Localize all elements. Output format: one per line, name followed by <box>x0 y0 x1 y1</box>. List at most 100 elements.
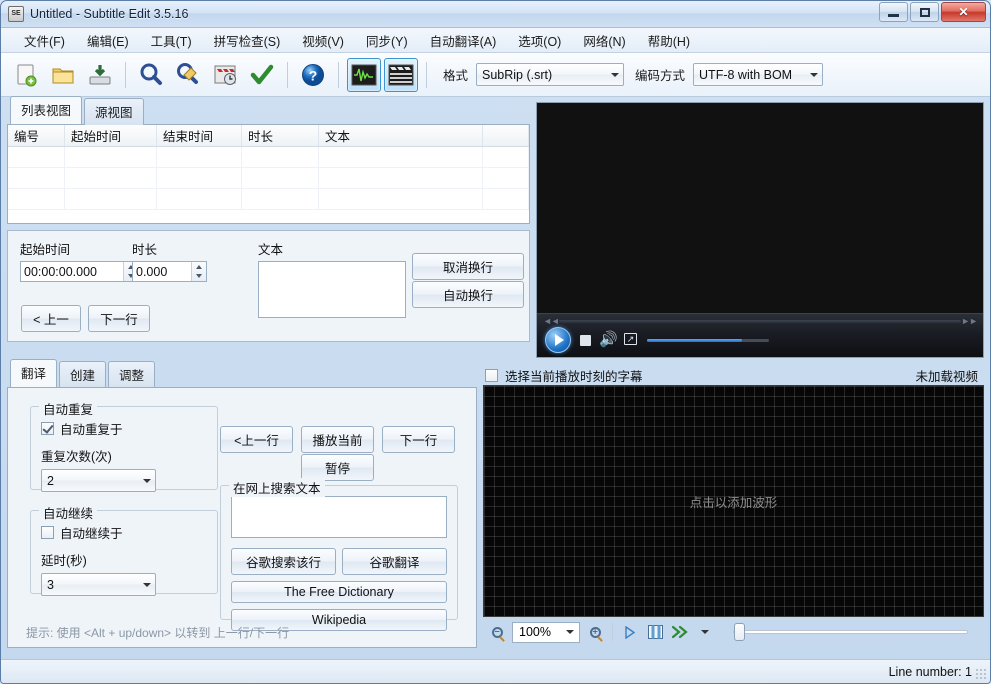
menu-auto-translate[interactable]: 自动翻译(A) <box>419 27 508 54</box>
find-button[interactable] <box>134 58 168 92</box>
table-row[interactable] <box>8 147 529 168</box>
column-number[interactable]: 编号 <box>8 125 65 146</box>
start-time-input[interactable] <box>21 262 123 281</box>
spin-down-icon-2[interactable] <box>192 272 206 282</box>
tab-adjust[interactable]: 调整 <box>108 361 155 388</box>
sync-time-icon <box>212 62 238 88</box>
google-translate-button[interactable]: 谷歌翻译 <box>342 548 447 575</box>
waveform-play-button[interactable] <box>620 622 640 642</box>
spell-check-button[interactable] <box>245 58 279 92</box>
menu-spellcheck[interactable]: 拼写检查(S) <box>203 27 292 54</box>
previous-line-button[interactable]: < 上一 <box>21 305 81 332</box>
zoom-level-combo[interactable]: 100% <box>512 622 580 643</box>
minimize-button[interactable] <box>879 2 908 22</box>
menu-options[interactable]: 选项(O) <box>507 27 572 54</box>
menu-help[interactable]: 帮助(H) <box>637 27 701 54</box>
tab-translate[interactable]: 翻译 <box>10 359 57 387</box>
volume-slider[interactable] <box>647 339 769 342</box>
video-player[interactable]: ◄◄ ►► 🔊 ↗ <box>536 102 984 358</box>
delay-combo[interactable]: 3 <box>41 573 156 596</box>
playback-speed-dropdown[interactable] <box>699 622 710 642</box>
encoding-label: 编码方式 <box>635 65 685 84</box>
translate-next-line-button[interactable]: 下一行 <box>382 426 455 453</box>
seek-forward-icon[interactable]: ►► <box>961 316 977 326</box>
toggle-waveform-button[interactable] <box>347 58 381 92</box>
tab-create[interactable]: 创建 <box>59 361 106 388</box>
auto-repeat-checkbox-row[interactable]: 自动重复于 <box>41 419 207 438</box>
column-end-time[interactable]: 结束时间 <box>157 125 242 146</box>
help-button[interactable]: ? <box>296 58 330 92</box>
waveform-slider-knob[interactable] <box>734 623 745 641</box>
auto-continue-checkbox[interactable] <box>41 526 54 539</box>
play-current-button[interactable]: 播放当前 <box>301 426 374 453</box>
auto-repeat-checkbox[interactable] <box>41 422 54 435</box>
new-file-button[interactable] <box>9 58 43 92</box>
select-current-subtitle-checkbox[interactable] <box>485 369 498 382</box>
menu-edit[interactable]: 编辑(E) <box>76 27 140 54</box>
table-row[interactable] <box>8 189 529 210</box>
format-label: 格式 <box>443 65 468 84</box>
duration-spinner[interactable] <box>132 261 207 282</box>
open-folder-button[interactable] <box>46 58 80 92</box>
top-row: 列表视图 源视图 编号 起始时间 结束时间 时长 文本 <box>7 102 984 358</box>
duration-input[interactable] <box>133 262 191 281</box>
next-line-button[interactable]: 下一行 <box>88 305 150 332</box>
duration-spin-arrows[interactable] <box>191 262 206 281</box>
subtitle-list[interactable]: 编号 起始时间 结束时间 时长 文本 <box>7 124 530 224</box>
waveform-header: 选择当前播放时刻的字幕 未加载视频 <box>483 365 984 385</box>
auto-continue-checkbox-row[interactable]: 自动继续于 <box>41 523 207 542</box>
menu-video[interactable]: 视频(V) <box>291 27 355 54</box>
google-search-button[interactable]: 谷歌搜索该行 <box>231 548 336 575</box>
maximize-button[interactable] <box>910 2 939 22</box>
encoding-combo[interactable]: UTF-8 with BOM <box>693 63 823 86</box>
auto-continue-group: 自动继续 自动继续于 延时(秒) 3 <box>30 510 218 594</box>
fullscreen-icon[interactable]: ↗ <box>624 333 637 345</box>
zoom-out-button[interactable]: − <box>487 622 507 642</box>
web-search-input[interactable] <box>231 496 447 538</box>
play-button[interactable] <box>545 327 571 353</box>
menu-file[interactable]: 文件(F) <box>13 27 76 54</box>
toggle-video-button[interactable] <box>384 58 418 92</box>
waveform-position-slider[interactable] <box>733 630 968 634</box>
start-time-spinner[interactable] <box>20 261 139 282</box>
keyboard-hint: 提示: 使用 <Alt + up/down> 以转到 上一行/下一行 <box>26 624 289 641</box>
free-dictionary-button[interactable]: The Free Dictionary <box>231 581 447 603</box>
video-seek-bar[interactable] <box>559 320 961 323</box>
save-button[interactable] <box>83 58 117 92</box>
tab-list-view[interactable]: 列表视图 <box>10 96 82 124</box>
unbreak-button[interactable]: 取消换行 <box>412 253 524 280</box>
menu-tools[interactable]: 工具(T) <box>140 27 203 54</box>
scene-change-button[interactable] <box>645 622 665 642</box>
format-combo[interactable]: SubRip (.srt) <box>476 63 624 86</box>
zoom-in-button[interactable]: + <box>585 622 605 642</box>
sync-time-button[interactable] <box>208 58 242 92</box>
zoom-out-icon: − <box>492 627 503 638</box>
column-start-time[interactable]: 起始时间 <box>65 125 157 146</box>
column-text[interactable]: 文本 <box>319 125 483 146</box>
menu-network[interactable]: 网络(N) <box>572 27 636 54</box>
resize-grip-icon[interactable] <box>975 668 987 680</box>
pause-button[interactable]: 暂停 <box>301 454 374 481</box>
encoding-value: UTF-8 with BOM <box>699 68 792 82</box>
auto-break-button[interactable]: 自动换行 <box>412 281 524 308</box>
column-duration[interactable]: 时长 <box>242 125 319 146</box>
table-row[interactable] <box>8 168 529 189</box>
stop-button[interactable] <box>580 335 591 346</box>
repeat-count-combo[interactable]: 2 <box>41 469 156 492</box>
seek-backward-icon[interactable]: ◄◄ <box>543 316 559 326</box>
video-screen[interactable] <box>537 103 983 313</box>
volume-icon[interactable]: 🔊 <box>599 332 618 347</box>
tab-source-view[interactable]: 源视图 <box>84 98 144 125</box>
translate-prev-line-button[interactable]: <上一行 <box>220 426 293 453</box>
waveform-display[interactable]: 点击以添加波形 <box>483 385 984 617</box>
menu-sync[interactable]: 同步(Y) <box>355 27 419 54</box>
playback-speed-button[interactable] <box>670 622 694 642</box>
start-time-label: 起始时间 <box>20 239 139 258</box>
subtitle-text-input[interactable] <box>258 261 406 318</box>
repeat-count-value: 2 <box>47 474 54 488</box>
spin-up-icon-2[interactable] <box>192 262 206 272</box>
text-label: 文本 <box>258 239 406 258</box>
replace-button[interactable] <box>171 58 205 92</box>
duration-label: 时长 <box>132 239 207 258</box>
close-button[interactable]: ✕ <box>941 2 986 22</box>
